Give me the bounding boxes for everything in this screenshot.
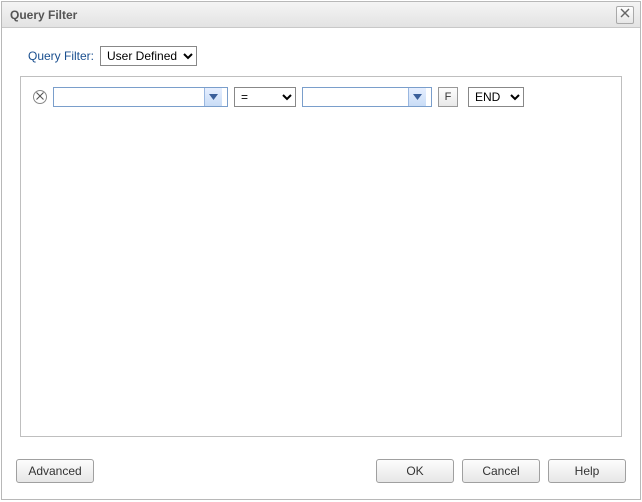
filter-type-row: Query Filter: User Defined: [28, 46, 622, 66]
field-input[interactable]: [54, 88, 204, 106]
title-bar: Query Filter: [2, 2, 640, 28]
dialog-body: Query Filter: User Defined: [2, 28, 640, 455]
chevron-down-icon: [413, 94, 422, 100]
cancel-button[interactable]: Cancel: [462, 459, 540, 483]
conjunction-select[interactable]: END: [468, 87, 524, 107]
remove-icon: [36, 92, 44, 103]
chevron-down-icon: [209, 94, 218, 100]
field-combo[interactable]: [53, 87, 228, 107]
advanced-button[interactable]: Advanced: [16, 459, 94, 483]
value-dropdown-button[interactable]: [408, 88, 426, 106]
dialog-footer: Advanced OK Cancel Help: [2, 455, 640, 499]
help-button[interactable]: Help: [548, 459, 626, 483]
dialog-title: Query Filter: [10, 8, 616, 22]
close-button[interactable]: [616, 6, 634, 24]
value-input[interactable]: [303, 88, 408, 106]
field-dropdown-button[interactable]: [204, 88, 222, 106]
function-button-label: F: [445, 91, 452, 103]
filter-conditions-panel: = F END: [20, 76, 622, 437]
value-combo[interactable]: [302, 87, 432, 107]
close-icon: [620, 8, 630, 21]
filter-type-select[interactable]: User Defined: [100, 46, 197, 66]
function-button[interactable]: F: [438, 87, 458, 107]
ok-button[interactable]: OK: [376, 459, 454, 483]
query-filter-dialog: Query Filter Query Filter: User Defined: [1, 1, 641, 500]
remove-condition-button[interactable]: [33, 90, 47, 104]
footer-right-group: OK Cancel Help: [376, 459, 626, 483]
filter-condition-row: = F END: [33, 87, 609, 107]
filter-type-label: Query Filter:: [28, 49, 94, 63]
operator-select[interactable]: =: [234, 87, 296, 107]
